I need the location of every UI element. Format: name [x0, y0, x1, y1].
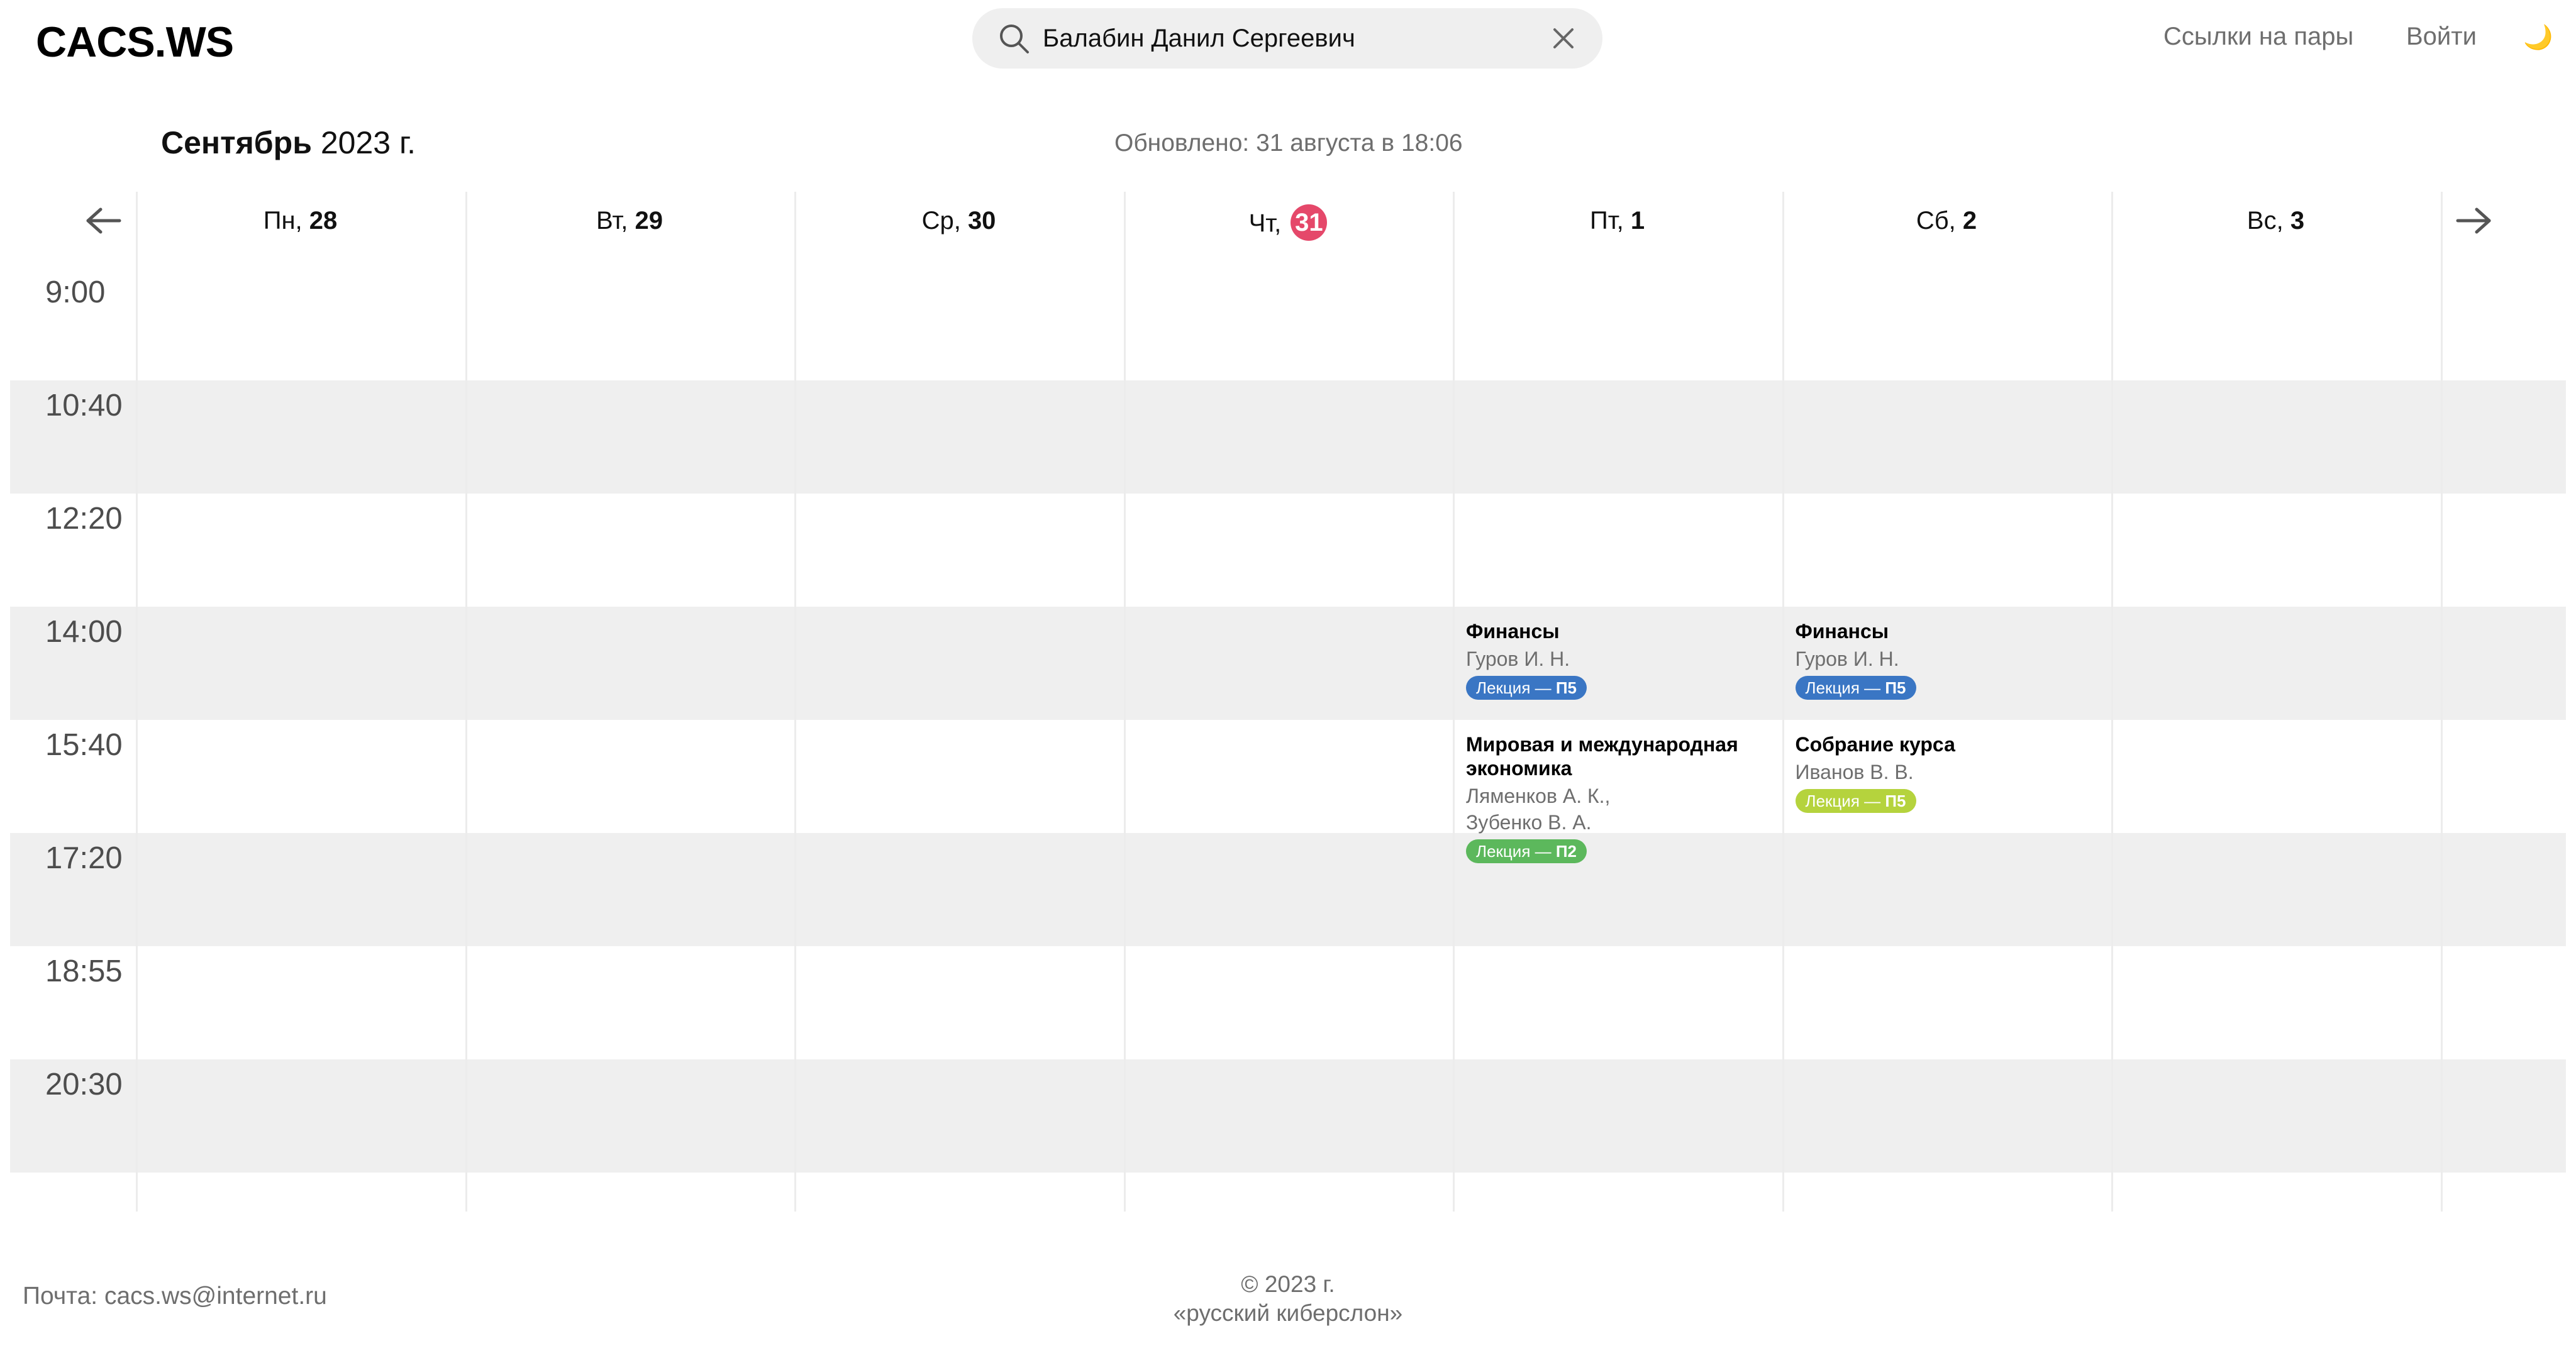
event-teacher: Гуров И. Н.: [1466, 648, 1570, 670]
time-label: 20:30: [45, 1068, 123, 1101]
day-weekday: Пт,: [1589, 207, 1624, 235]
event-teachers: Гуров И. Н.: [1466, 646, 1768, 672]
day-header[interactable]: Вт, 29: [465, 207, 794, 235]
footer-mail: Почта: cacs.ws@internet.ru: [23, 1283, 327, 1310]
search-icon: [1000, 25, 1029, 53]
copyright-org: «русский киберслон»: [1173, 1300, 1403, 1326]
column-divider: [136, 192, 138, 1212]
event-room: П5: [1555, 678, 1577, 697]
month-title: Сентябрь 2023 г.: [161, 124, 416, 161]
event-type-badge: Лекция — П2: [1466, 839, 1587, 863]
time-label: 17:20: [45, 841, 123, 875]
column-divider: [2111, 192, 2113, 1212]
close-icon[interactable]: [1547, 22, 1580, 55]
event-title: Собрание курса: [1795, 733, 1955, 756]
day-date: 29: [635, 207, 663, 235]
event-title: Финансы: [1466, 620, 1560, 643]
day-weekday: Чт,: [1248, 209, 1282, 238]
event-room: П2: [1555, 842, 1577, 861]
column-divider: [465, 192, 467, 1212]
today-date-badge: 31: [1291, 204, 1328, 241]
time-row: [10, 833, 2566, 946]
time-row: [10, 494, 2566, 607]
event-type-badge: Лекция — П5: [1795, 789, 1916, 813]
day-date: 3: [2290, 207, 2305, 235]
event-title: Мировая и международная экономика: [1466, 733, 1738, 780]
event-teachers: Иванов В. В.: [1796, 759, 2097, 785]
column-divider: [1123, 192, 1126, 1212]
day-weekday: Сб,: [1916, 207, 1956, 235]
day-date: 1: [1630, 207, 1645, 235]
search-value[interactable]: Балабин Данил Сергеевич: [1043, 8, 1355, 69]
event-room: П5: [1885, 678, 1906, 697]
day-header[interactable]: Чт, 31: [1124, 204, 1453, 243]
day-date: 28: [309, 207, 338, 235]
day-header[interactable]: Пн, 28: [136, 207, 465, 235]
day-weekday: Вт,: [596, 207, 628, 235]
class-event[interactable]: Финансы Гуров И. Н. Лекция — П5: [1466, 619, 1768, 700]
month-name: Сентябрь: [161, 125, 312, 160]
time-label: 15:40: [45, 728, 123, 762]
time-label: 14:00: [45, 615, 123, 649]
search-input[interactable]: Балабин Данил Сергеевич: [972, 8, 1602, 69]
column-divider: [1782, 192, 1784, 1212]
time-label: 10:40: [45, 389, 123, 422]
time-row: [10, 380, 2566, 494]
login-link[interactable]: Войти: [2406, 23, 2477, 51]
event-teacher: Ляменков А. К.,: [1466, 785, 1611, 807]
time-label: 18:55: [45, 954, 123, 988]
column-divider: [2440, 192, 2443, 1212]
day-weekday: Вс,: [2246, 207, 2284, 235]
event-room: П5: [1885, 792, 1906, 810]
day-date: 2: [1962, 207, 1977, 235]
day-header[interactable]: Вс, 3: [2111, 207, 2440, 235]
event-type-badge: Лекция — П5: [1795, 676, 1916, 700]
event-teachers: Гуров И. Н.: [1796, 646, 2097, 672]
time-row: [10, 1059, 2566, 1173]
class-event[interactable]: Собрание курса Иванов В. В. Лекция — П5: [1795, 732, 2097, 813]
site-logo[interactable]: CACS.WS: [36, 18, 234, 67]
day-header[interactable]: Сб, 2: [1782, 207, 2111, 235]
day-weekday: Пн,: [263, 207, 303, 235]
event-teacher: Гуров И. Н.: [1795, 648, 1899, 670]
time-row: [10, 607, 2566, 720]
time-row: [10, 267, 2566, 380]
event-teacher: Иванов В. В.: [1795, 761, 1914, 783]
event-teacher: Зубенко В. А.: [1466, 811, 1592, 834]
month-year: 2023 г.: [320, 125, 416, 160]
event-teachers: Ляменков А. К., Зубенко В. А.: [1466, 783, 1768, 836]
time-row: [10, 720, 2566, 833]
class-event[interactable]: Мировая и международная экономика Ляменко…: [1466, 732, 1768, 863]
class-links-link[interactable]: Ссылки на пары: [2163, 23, 2353, 51]
updated-status: Обновлено: 31 августа в 18:06: [1114, 130, 1463, 157]
event-title: Финансы: [1795, 620, 1889, 643]
time-row: [10, 946, 2566, 1059]
arrow-right-icon[interactable]: [2455, 206, 2493, 236]
time-label: 12:20: [45, 502, 123, 536]
calendar-grid: 9:00 10:40 12:20 14:00 15:40 17:20 18:55 20:30 П…: [10, 192, 2566, 1212]
event-type-badge: Лекция — П5: [1466, 676, 1587, 700]
day-header[interactable]: Пт, 1: [1453, 207, 1782, 235]
event-type: Лекция —: [1476, 842, 1552, 861]
moon-icon[interactable]: 🌙: [2523, 24, 2553, 52]
time-label: 9:00: [45, 275, 106, 309]
column-divider: [794, 192, 796, 1212]
day-date: 30: [967, 207, 996, 235]
class-event[interactable]: Финансы Гуров И. Н. Лекция — П5: [1795, 619, 2097, 700]
event-type: Лекция —: [1805, 792, 1881, 810]
footer-copyright: © 2023 г. «русский киберслон»: [1006, 1270, 1570, 1328]
arrow-left-icon[interactable]: [84, 206, 122, 236]
event-type: Лекция —: [1476, 678, 1552, 697]
column-divider: [1453, 192, 1455, 1212]
day-header[interactable]: Ср, 30: [794, 207, 1123, 235]
day-weekday: Ср,: [921, 207, 961, 235]
event-type: Лекция —: [1805, 678, 1881, 697]
copyright-year: © 2023 г.: [1241, 1271, 1335, 1297]
